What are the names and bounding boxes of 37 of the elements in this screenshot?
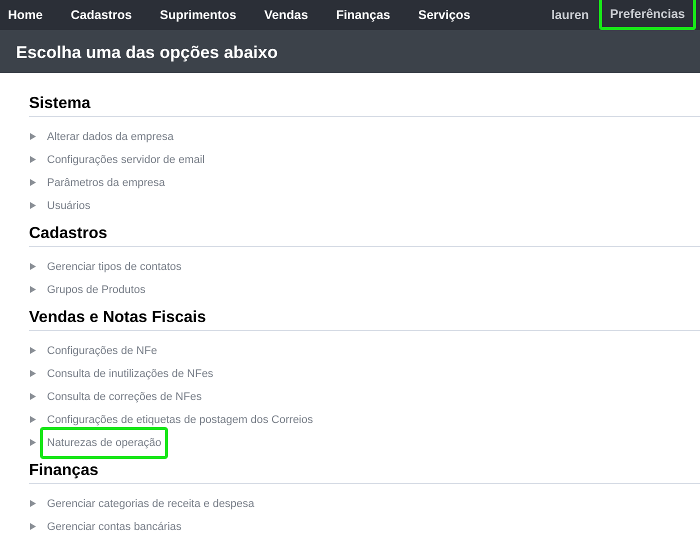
option-link[interactable]: Consulta de correções de NFes [40,384,209,408]
option-link[interactable]: Gerenciar categorias de receita e despesa [40,492,262,516]
user-link[interactable]: lauren [541,0,599,30]
option-link[interactable]: Usuários [40,194,98,218]
option-link[interactable]: Configurações de NFe [40,338,164,362]
bullet-icon [30,393,36,400]
bullet-icon [30,500,36,507]
nav-link[interactable]: Serviços [410,0,480,30]
option-link[interactable]: Gerenciar contas bancárias [40,514,189,538]
section-heading: Cadastros [29,225,108,243]
bullet-icon [30,263,36,270]
option-link[interactable]: Configurações servidor de email [40,148,212,172]
bullet-icon [30,416,36,423]
option-link[interactable]: Alterar dados da empresa [40,124,181,148]
nav-link[interactable]: Finanças [328,0,400,30]
section-heading: Sistema [29,95,90,113]
nav-link[interactable]: Cadastros [62,0,142,30]
bullet-icon [30,156,36,163]
bullet-icon [30,370,36,377]
bullet-icon [30,179,36,186]
option-link[interactable]: Grupos de Produtos [40,278,152,302]
section-heading: Finanças [29,462,98,480]
option-link[interactable]: Gerenciar tipos de contatos [40,254,189,278]
page-title: Escolha uma das opções abaixo [16,43,278,63]
bullet-icon [30,523,36,530]
bullet-icon [30,439,36,446]
nav-link[interactable]: Home [0,0,53,30]
option-link[interactable]: Consulta de inutilizações de NFes [40,362,220,386]
option-link[interactable]: Parâmetros da empresa [40,170,172,194]
bullet-icon [30,202,36,209]
nav-link[interactable]: Suprimentos [152,0,246,30]
bullet-icon [30,286,36,293]
option-link[interactable]: Naturezas de operação [40,426,168,458]
nav-link[interactable]: Vendas [256,0,318,30]
bullet-icon [30,133,36,140]
bullet-icon [30,347,36,354]
section-heading: Vendas e Notas Fiscais [29,309,206,327]
